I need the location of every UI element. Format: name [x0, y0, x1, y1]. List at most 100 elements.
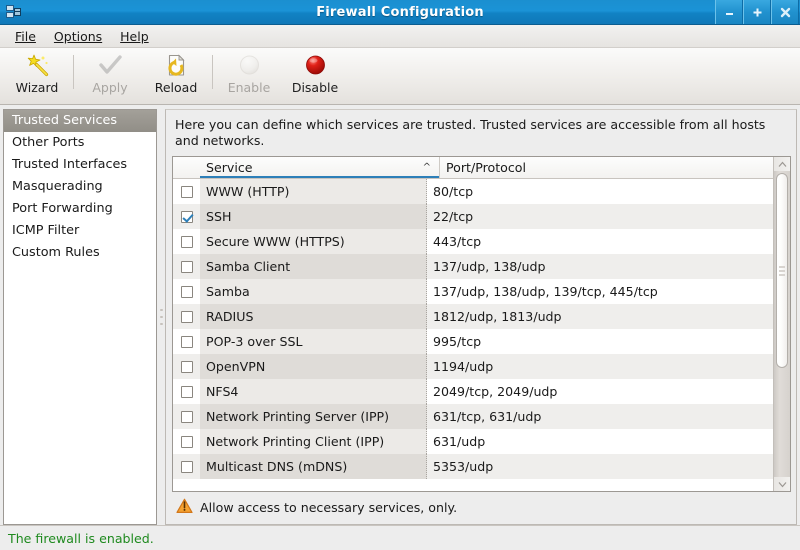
row-checkbox-cell[interactable]	[173, 204, 200, 229]
apply-button[interactable]: Apply	[77, 51, 143, 101]
cell-port-protocol: 2049/tcp, 2049/udp	[427, 379, 773, 404]
checkbox-unchecked-icon[interactable]	[181, 261, 193, 273]
note-text: Allow access to necessary services, only…	[200, 500, 457, 515]
reload-page-icon	[163, 53, 189, 78]
checkbox-unchecked-icon[interactable]	[181, 236, 193, 248]
splitter-grip	[160, 309, 163, 325]
row-checkbox-cell[interactable]	[173, 329, 200, 354]
menu-help-label: Help	[120, 29, 149, 44]
status-bar: The firewall is enabled.	[0, 525, 800, 550]
content-panel: Here you can define which services are t…	[165, 109, 797, 525]
menu-options[interactable]: Options	[45, 27, 111, 46]
firewall-configuration-window: Firewall Configuration File Options Help	[0, 0, 800, 550]
disable-label: Disable	[292, 80, 338, 95]
title-bar[interactable]: Firewall Configuration	[0, 0, 800, 25]
row-checkbox-cell[interactable]	[173, 429, 200, 454]
reload-label: Reload	[155, 80, 198, 95]
column-header-port-protocol-label: Port/Protocol	[446, 160, 526, 175]
table-row[interactable]: WWW (HTTP)80/tcp	[173, 179, 773, 204]
checkbox-unchecked-icon[interactable]	[181, 436, 193, 448]
row-checkbox-cell[interactable]	[173, 454, 200, 479]
window-title: Firewall Configuration	[0, 5, 800, 20]
sidebar-item-icmp-filter[interactable]: ICMP Filter	[4, 220, 156, 242]
menu-help[interactable]: Help	[111, 27, 158, 46]
reload-button[interactable]: Reload	[143, 51, 209, 101]
menu-file[interactable]: File	[6, 27, 45, 46]
minimize-button[interactable]	[715, 0, 743, 24]
maximize-button[interactable]	[743, 0, 771, 24]
checkbox-unchecked-icon[interactable]	[181, 361, 193, 373]
disable-button[interactable]: Disable	[282, 51, 348, 101]
sidebar-item-trusted-interfaces[interactable]: Trusted Interfaces	[4, 154, 156, 176]
cell-service: Network Printing Server (IPP)	[200, 404, 427, 429]
checkbox-unchecked-icon[interactable]	[181, 461, 193, 473]
cell-port-protocol: 137/udp, 138/udp, 139/tcp, 445/tcp	[427, 279, 773, 304]
cell-service: OpenVPN	[200, 354, 427, 379]
red-circle-icon	[302, 53, 328, 78]
sidebar-item-trusted-services[interactable]: Trusted Services	[4, 110, 156, 132]
warning-triangle-icon	[176, 498, 193, 517]
table-row[interactable]: Samba Client137/udp, 138/udp	[173, 254, 773, 279]
cell-port-protocol: 443/tcp	[427, 229, 773, 254]
checkbox-unchecked-icon[interactable]	[181, 186, 193, 198]
cell-service: NFS4	[200, 379, 427, 404]
cell-port-protocol: 995/tcp	[427, 329, 773, 354]
table-row[interactable]: RADIUS1812/udp, 1813/udp	[173, 304, 773, 329]
menu-bar: File Options Help	[0, 25, 800, 48]
checkbox-unchecked-icon[interactable]	[181, 336, 193, 348]
cell-port-protocol: 631/tcp, 631/udp	[427, 404, 773, 429]
row-checkbox-cell[interactable]	[173, 229, 200, 254]
row-checkbox-cell[interactable]	[173, 404, 200, 429]
table-vertical-scrollbar[interactable]	[773, 157, 790, 491]
table-row[interactable]: OpenVPN1194/udp	[173, 354, 773, 379]
close-button[interactable]	[771, 0, 799, 24]
table-row[interactable]: Network Printing Client (IPP)631/udp	[173, 429, 773, 454]
scrollbar-thumb[interactable]	[776, 173, 788, 368]
checkbox-unchecked-icon[interactable]	[181, 411, 193, 423]
scrollbar-track[interactable]	[774, 171, 790, 477]
sidebar-item-custom-rules[interactable]: Custom Rules	[4, 242, 156, 264]
cell-port-protocol: 5353/udp	[427, 454, 773, 479]
sort-ascending-icon: ^	[423, 163, 433, 173]
gray-circle-icon	[236, 53, 262, 78]
checkbox-unchecked-icon[interactable]	[181, 311, 193, 323]
panel-splitter[interactable]	[157, 109, 165, 525]
table-row[interactable]: Network Printing Server (IPP)631/tcp, 63…	[173, 404, 773, 429]
sidebar-item-port-forwarding[interactable]: Port Forwarding	[4, 198, 156, 220]
enable-button[interactable]: Enable	[216, 51, 282, 101]
checkbox-unchecked-icon[interactable]	[181, 286, 193, 298]
table-row[interactable]: NFS42049/tcp, 2049/udp	[173, 379, 773, 404]
row-checkbox-cell[interactable]	[173, 279, 200, 304]
checkbox-unchecked-icon[interactable]	[181, 386, 193, 398]
wizard-button[interactable]: Wizard	[4, 51, 70, 101]
row-checkbox-cell[interactable]	[173, 379, 200, 404]
cell-service: WWW (HTTP)	[200, 179, 427, 204]
window-buttons	[715, 0, 800, 24]
table-row[interactable]: Samba137/udp, 138/udp, 139/tcp, 445/tcp	[173, 279, 773, 304]
row-checkbox-cell[interactable]	[173, 354, 200, 379]
row-checkbox-cell[interactable]	[173, 179, 200, 204]
cell-service: Samba	[200, 279, 427, 304]
firewall-icon	[4, 3, 24, 21]
table-row[interactable]: SSH22/tcp	[173, 204, 773, 229]
scroll-down-icon[interactable]	[774, 477, 790, 491]
column-header-service[interactable]: Service ^	[200, 157, 440, 178]
sidebar-item-other-ports[interactable]: Other Ports	[4, 132, 156, 154]
row-checkbox-cell[interactable]	[173, 304, 200, 329]
cell-port-protocol: 631/udp	[427, 429, 773, 454]
cell-service: Network Printing Client (IPP)	[200, 429, 427, 454]
magic-wand-icon	[24, 53, 50, 78]
toolbar-separator-2	[212, 55, 213, 89]
column-header-port-protocol[interactable]: Port/Protocol	[440, 157, 773, 178]
table-row[interactable]: Multicast DNS (mDNS)5353/udp	[173, 454, 773, 479]
wizard-label: Wizard	[16, 80, 59, 95]
scroll-up-icon[interactable]	[774, 157, 790, 171]
apply-label: Apply	[92, 80, 127, 95]
table-row[interactable]: POP-3 over SSL995/tcp	[173, 329, 773, 354]
sidebar-item-masquerading[interactable]: Masquerading	[4, 176, 156, 198]
services-table: Service ^ Port/Protocol WWW (HTTP)80/tcp…	[172, 156, 791, 492]
checkbox-checked-icon[interactable]	[181, 211, 193, 223]
table-row[interactable]: Secure WWW (HTTPS)443/tcp	[173, 229, 773, 254]
cell-service: RADIUS	[200, 304, 427, 329]
row-checkbox-cell[interactable]	[173, 254, 200, 279]
